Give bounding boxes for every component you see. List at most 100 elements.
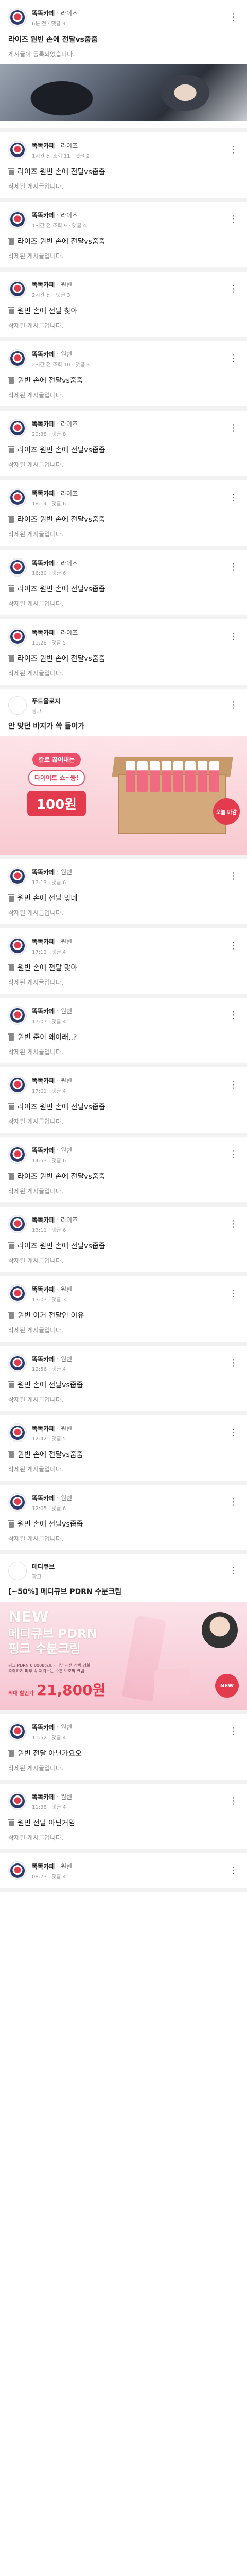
post-title[interactable]: 라이즈 원빈 손에 전달vs줍줍 (8, 584, 239, 594)
post-title[interactable]: 라이즈 원빈 손에 전달vs줍줍 (8, 166, 239, 177)
post-card[interactable]: 똑똑카페 · 원빈 11:52 · 댓글 4 ⋮ 원빈 전달 아닌가요오 삭제된 게시글입니… (0, 1714, 247, 1784)
board-category[interactable]: 라이즈 (61, 211, 78, 219)
board-category[interactable]: 원빈 (61, 1723, 72, 1732)
advertiser-logo-icon[interactable] (8, 1562, 27, 1580)
more-options-icon[interactable]: ⋮ (228, 1219, 239, 1229)
post-card[interactable]: 똑똑카페 · 원빈 17:12 · 댓글 4 ⋮ 원빈 손에 전달 맞아 삭제된 게시글입니… (0, 928, 247, 998)
post-title[interactable]: 라이즈 원빈 손에 전달vs줍줍 (8, 653, 239, 664)
post-title[interactable]: 라이즈 원빈 손에 전달vs줍줍 (8, 236, 239, 246)
avatar[interactable] (8, 1722, 27, 1741)
post-title[interactable]: 원빈 손에 전달vs줍줍 (8, 375, 239, 385)
more-options-icon[interactable]: ⋮ (228, 941, 239, 951)
post-card[interactable]: 똑똑카페 · 원빈 17:07 · 댓글 4 ⋮ 원빈 준이 왜이래..? 삭제된 게시글입… (0, 998, 247, 1067)
board-category[interactable]: 원빈 (61, 1792, 72, 1801)
author-name[interactable]: 똑똑카페 (32, 1424, 55, 1433)
post-card[interactable]: 똑똑카페 · 원빈 13:03 · 댓글 3 ⋮ 원빈 이거 전달인 이유 삭제된 게시글입… (0, 1276, 247, 1346)
post-card[interactable]: 똑똑카페 · 라이즈 16:30 · 댓글 6 ⋮ 라이즈 원빈 손에 전달vs줍줍 삭제된… (0, 550, 247, 619)
post-card[interactable]: 똑똑카페 · 라이즈 1시간 전 조회 11 · 댓글 2 ⋮ 라이즈 원빈 손에 전달v… (0, 132, 247, 202)
post-card[interactable]: 똑똑카페 · 원빈 2시간 전 조회 10 · 댓글 3 ⋮ 원빈 손에 전달vs줍줍 삭제… (0, 341, 247, 411)
more-options-icon[interactable]: ⋮ (228, 1797, 239, 1806)
more-options-icon[interactable]: ⋮ (228, 1566, 239, 1575)
avatar[interactable] (8, 1354, 27, 1372)
post-card[interactable]: 똑똑카페 · 원빈 17:13 · 댓글 6 ⋮ 원빈 손에 전달 맞네 삭제된 게시글입니… (0, 859, 247, 928)
avatar[interactable] (8, 1284, 27, 1303)
post-title[interactable]: 라이즈 원빈 손에 전달vs줍줍 (8, 1171, 239, 1181)
board-category[interactable]: 원빈 (61, 868, 72, 876)
board-category[interactable]: 원빈 (61, 1862, 72, 1871)
post-card[interactable]: 똑똑카페 · 원빈 2시간 전 · 댓글 3 ⋮ 원빈 손에 전달 찾아 삭제된 게시글입니… (0, 272, 247, 341)
ad-title[interactable]: 안 맞던 바지가 쏙 들어가 (0, 719, 247, 736)
more-options-icon[interactable]: ⋮ (228, 13, 239, 22)
author-name[interactable]: 똑똑카페 (32, 1146, 55, 1155)
author-name[interactable]: 똑똑카페 (32, 937, 55, 946)
more-options-icon[interactable]: ⋮ (228, 423, 239, 433)
author-name[interactable]: 똑똑카페 (32, 280, 55, 289)
more-options-icon[interactable]: ⋮ (228, 1727, 239, 1736)
more-options-icon[interactable]: ⋮ (228, 1150, 239, 1159)
board-category[interactable]: 라이즈 (61, 141, 78, 150)
post-title[interactable]: 원빈 준이 왜이래..? (8, 1032, 239, 1042)
avatar[interactable] (8, 628, 27, 646)
post-title[interactable]: 라이즈 원빈 손에 전달vs줍줍 (8, 34, 239, 44)
post-card[interactable]: 똑똑카페 · 라이즈 6분 전 · 댓글 3 ⋮ 라이즈 원빈 손에 전달vs줍줍 게시글이… (0, 0, 247, 132)
author-name[interactable]: 똑똑카페 (32, 1862, 55, 1871)
avatar[interactable] (8, 1006, 27, 1025)
ad-banner[interactable]: 칼로 끊어내는 다이어트 쇼~등! 100원 오늘 마감 (0, 736, 247, 855)
post-title[interactable]: 원빈 손에 전달vs줍줍 (8, 1519, 239, 1529)
avatar[interactable] (8, 349, 27, 368)
board-category[interactable]: 원빈 (61, 937, 72, 946)
board-category[interactable]: 원빈 (61, 1146, 72, 1155)
more-options-icon[interactable]: ⋮ (228, 215, 239, 224)
post-card[interactable]: 똑똑카페 · 라이즈 18:14 · 댓글 6 ⋮ 라이즈 원빈 손에 전달vs줍줍 삭제된… (0, 480, 247, 550)
board-category[interactable]: 라이즈 (61, 1215, 78, 1224)
author-name[interactable]: 똑똑카페 (32, 558, 55, 567)
author-name[interactable]: 똑똑카페 (32, 1076, 55, 1085)
post-card[interactable]: 똑똑카페 · 라이즈 13:11 · 댓글 6 ⋮ 라이즈 원빈 손에 전달vs줍줍 삭제된… (0, 1207, 247, 1276)
author-name[interactable]: 똑똑카페 (32, 211, 55, 219)
board-category[interactable]: 라이즈 (61, 558, 78, 567)
author-name[interactable]: 똑똑카페 (32, 1215, 55, 1224)
board-category[interactable]: 라이즈 (61, 628, 78, 637)
avatar[interactable] (8, 1423, 27, 1442)
author-name[interactable]: 똑똑카페 (32, 9, 55, 18)
post-title[interactable]: 원빈 손에 전달 맞아 (8, 962, 239, 973)
more-options-icon[interactable]: ⋮ (228, 1428, 239, 1437)
post-card[interactable]: 똑똑카페 · 원빈 14:53 · 댓글 6 ⋮ 라이즈 원빈 손에 전달vs줍줍 삭제된 … (0, 1137, 247, 1207)
author-name[interactable]: 똑똑카페 (32, 350, 55, 359)
advertiser-name[interactable]: 푸드올로지 (32, 697, 228, 705)
post-card[interactable]: 똑똑카페 · 원빈 12:05 · 댓글 6 ⋮ 원빈 손에 전달vs줍줍 삭제된 게시글입… (0, 1485, 247, 1554)
post-title[interactable]: 원빈 이거 전달인 이유 (8, 1310, 239, 1320)
more-options-icon[interactable]: ⋮ (228, 493, 239, 502)
avatar[interactable] (8, 280, 27, 298)
avatar[interactable] (8, 8, 27, 27)
ad-card[interactable]: 메디큐브 광고 ⋮ [~50%] 메디큐브 PDRN 수분크림 NEW 메디큐브 PDRN… (0, 1554, 247, 1714)
post-title[interactable]: 라이즈 원빈 손에 전달vs줍줍 (8, 1101, 239, 1112)
post-title[interactable]: 원빈 전달 아닌가요오 (8, 1748, 239, 1758)
more-options-icon[interactable]: ⋮ (228, 1289, 239, 1298)
post-photo[interactable] (0, 64, 247, 121)
ad-banner[interactable]: NEW 메디큐브 PDRN 핑크 수분크림 핑크 PDRN 0.0008%로 · 피부… (0, 1602, 247, 1710)
post-title[interactable]: 원빈 손에 전달 찾아 (8, 306, 239, 316)
author-name[interactable]: 똑똑카페 (32, 1007, 55, 1015)
post-card[interactable]: 똑똑카페 · 라이즈 20:38 · 댓글 8 ⋮ 라이즈 원빈 손에 전달vs줍줍 삭제된… (0, 411, 247, 480)
board-category[interactable]: 원빈 (61, 1494, 72, 1502)
more-options-icon[interactable]: ⋮ (228, 701, 239, 710)
advertiser-logo-icon[interactable] (8, 696, 27, 715)
avatar[interactable] (8, 1493, 27, 1512)
author-name[interactable]: 똑똑카페 (32, 1354, 55, 1363)
board-category[interactable]: 원빈 (61, 1354, 72, 1363)
post-title[interactable]: 원빈 손에 전달 맞네 (8, 893, 239, 903)
post-title[interactable]: 원빈 손에 전달vs줍줍 (8, 1380, 239, 1390)
avatar[interactable] (8, 488, 27, 507)
post-title[interactable]: 라이즈 원빈 손에 전달vs줍줍 (8, 514, 239, 524)
more-options-icon[interactable]: ⋮ (228, 1011, 239, 1020)
author-name[interactable]: 똑똑카페 (32, 141, 55, 150)
more-options-icon[interactable]: ⋮ (228, 1080, 239, 1090)
more-options-icon[interactable]: ⋮ (228, 354, 239, 363)
avatar[interactable] (8, 1145, 27, 1164)
ad-card[interactable]: 푸드올로지 광고 ⋮ 안 맞던 바지가 쏙 들어가 칼로 끊어내는 다이어트 쇼~등! 10… (0, 689, 247, 859)
author-name[interactable]: 똑똑카페 (32, 1792, 55, 1801)
post-card[interactable]: 똑똑카페 · 라이즈 11:28 · 댓글 5 ⋮ 라이즈 원빈 손에 전달vs줍줍 삭제된… (0, 619, 247, 689)
avatar[interactable] (8, 1215, 27, 1233)
more-options-icon[interactable]: ⋮ (228, 1359, 239, 1368)
